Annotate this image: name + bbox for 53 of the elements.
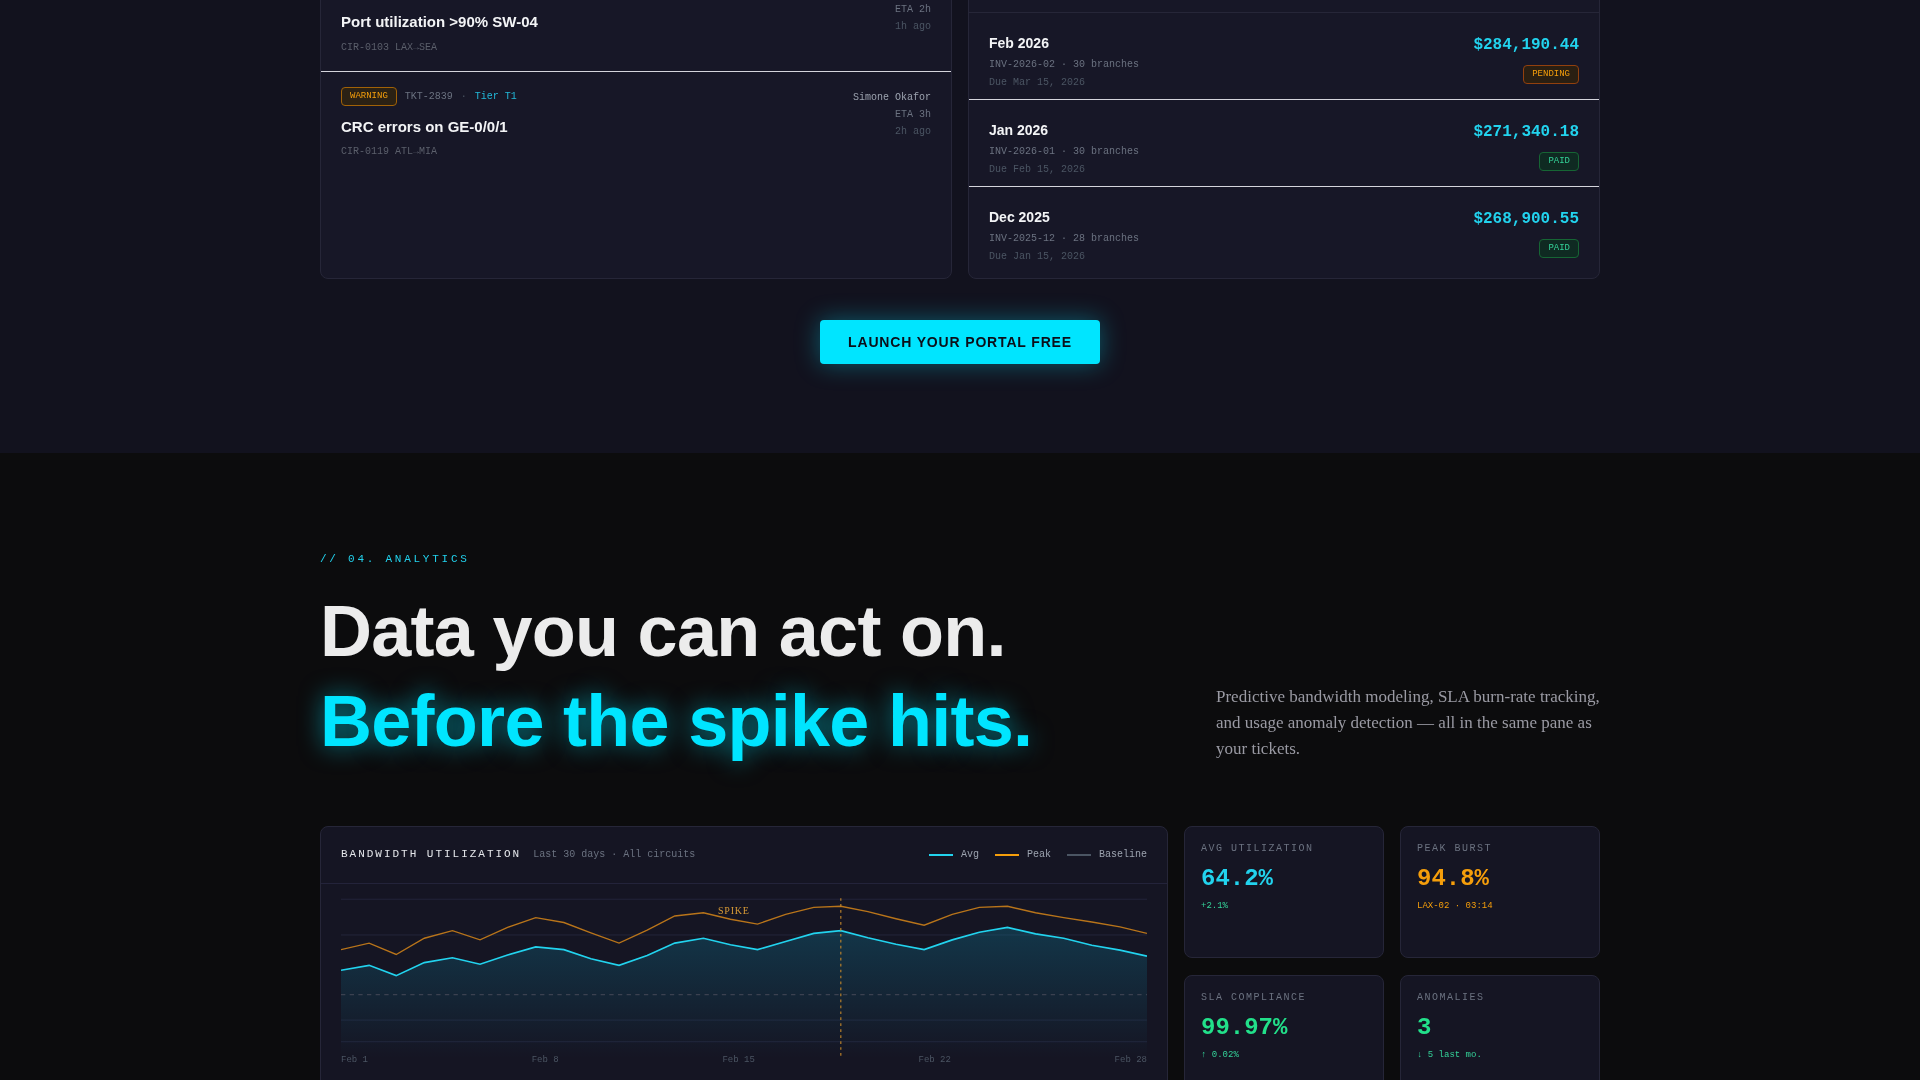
age-label: 1h ago — [895, 20, 931, 34]
stat-label: AVG UTILIZATION — [1201, 841, 1315, 856]
status-badge: PENDING — [1523, 65, 1579, 84]
stat-label: PEAK BURST — [1417, 841, 1493, 856]
chart-title: BANDWIDTH UTILIZATION — [341, 847, 522, 863]
stat-note: ↑ 0.02% — [1201, 1048, 1240, 1062]
separator-dot: · — [460, 89, 467, 104]
section-description: Predictive bandwidth modeling, SLA burn-rate tracking, and usage anomaly detection — all in the same pane as your tickets. — [1216, 685, 1600, 760]
assignee-name: Simone Okafor — [853, 90, 931, 105]
launch-portal-button[interactable]: LAUNCH YOUR PORTAL FREE — [820, 320, 1100, 364]
eta-label: ETA 2h — [895, 3, 931, 17]
invoice-period: Feb 2026 — [989, 34, 1050, 53]
invoice-amount: $271,340.18 — [1473, 122, 1579, 143]
status-badge: PAID — [1539, 152, 1579, 171]
stat-value: 64.2% — [1201, 863, 1274, 894]
section-heading-accent: Before the spike hits. — [320, 679, 1033, 763]
stat-value: 99.97% — [1201, 1012, 1289, 1043]
stat-label: ANOMALIES — [1417, 990, 1486, 1005]
section-heading: Data you can act on. — [320, 589, 1007, 673]
stat-label: SLA COMPLIANCE — [1201, 990, 1307, 1005]
invoice-meta: INV-2025-12 · 28 branches — [989, 232, 1140, 246]
invoice-due-date: Due Feb 15, 2026 — [989, 163, 1086, 177]
ticket-title: Port utilization >90% SW-04 — [341, 12, 538, 32]
axis-label: Feb 22 — [918, 1053, 951, 1067]
status-badge: PAID — [1539, 239, 1579, 258]
invoice-amount: $268,900.55 — [1473, 209, 1579, 230]
stat-value: 3 — [1417, 1012, 1433, 1043]
stat-note: +2.1% — [1201, 899, 1229, 913]
invoice-period: Jan 2026 — [989, 121, 1050, 140]
legend-label: Peak — [1026, 848, 1051, 862]
age-label: 2h ago — [895, 124, 931, 139]
axis-label: Feb 1 — [341, 1053, 368, 1067]
invoice-period: Dec 2025 — [989, 208, 1051, 227]
invoice-meta: INV-2026-01 · 30 branches — [989, 145, 1140, 159]
legend-label: Avg — [960, 848, 979, 862]
section-eyebrow: // 04. ANALYTICS — [320, 552, 471, 567]
legend-label: Baseline — [1099, 848, 1147, 862]
spike-label: SPIKE — [718, 903, 750, 918]
chart-subtitle: Last 30 days · All circuits — [533, 848, 696, 863]
ticket-title: CRC errors on GE-0/0/1 — [341, 116, 509, 137]
tier-label: Tier T1 — [474, 89, 517, 104]
circuit-id: CIR-0119 ATL→MIA — [341, 145, 438, 159]
invoice-amount: $284,190.44 — [1473, 35, 1579, 56]
eta-label: ETA 3h — [895, 107, 931, 122]
invoice-due-date: Due Jan 15, 2026 — [989, 250, 1086, 264]
stat-value: 94.8% — [1417, 863, 1490, 894]
ticket-id: TKT-2839 — [404, 89, 453, 104]
stat-note: LAX-02 · 03:14 — [1417, 899, 1494, 913]
circuit-id: CIR-0103 LAX→SEA — [341, 40, 438, 55]
stat-note: ↓ 5 last mo. — [1417, 1048, 1483, 1062]
severity-badge: WARNING — [341, 86, 397, 106]
invoice-meta: INV-2026-02 · 30 branches — [989, 58, 1140, 72]
invoice-due-date: Due Mar 15, 2026 — [989, 76, 1086, 90]
